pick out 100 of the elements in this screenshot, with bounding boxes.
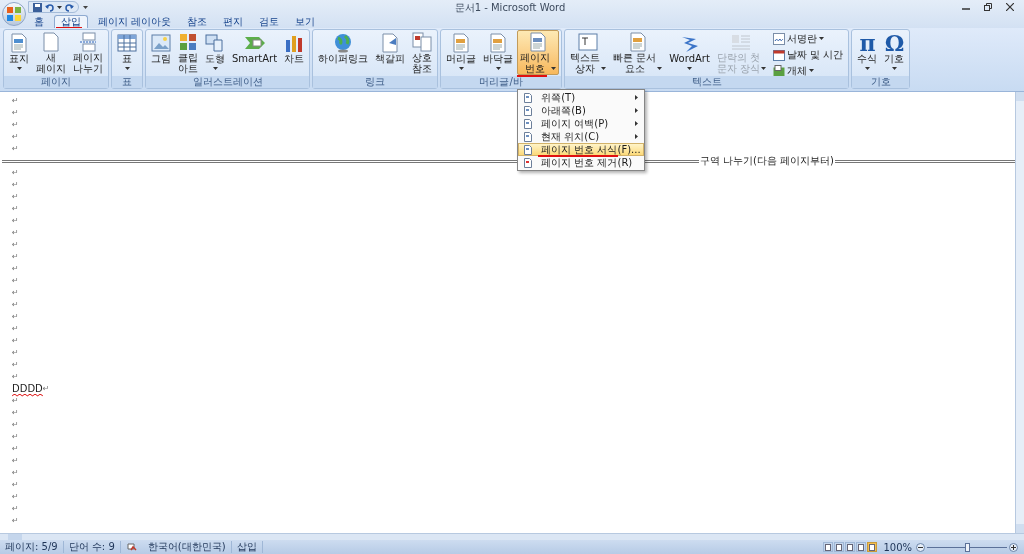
shapes-icon [205,33,225,52]
ribbon-button[interactable]: 상호 참조 [409,30,436,75]
ribbon-button[interactable]: 하이퍼링크 [315,30,372,75]
menu-item[interactable]: 페이지 번호 서식(F)... [518,143,645,156]
paragraph-mark: ↵ [12,287,19,299]
ribbon-button[interactable]: 표 [114,30,140,75]
paragraph-text: DDDD [12,383,43,395]
view-button[interactable] [856,542,867,552]
view-button[interactable] [845,542,856,552]
bar-chart-icon [284,33,305,52]
ribbon-button[interactable]: 빠른 문서 요소 [610,30,666,75]
menu-item[interactable]: 위쪽(T) [518,91,645,104]
office-logo-icon [7,7,21,21]
picture-icon [151,33,171,52]
zoom-slider-thumb[interactable] [965,542,970,552]
group-label: 페이지 [4,76,108,88]
redo-icon[interactable] [65,2,74,12]
group-label: 일러스트레이션 [146,76,310,88]
page-break-icon [79,32,97,52]
paragraph-mark: ↵ [12,215,19,227]
view-button[interactable] [823,542,834,552]
cross-reference-icon [412,32,433,52]
paragraph-mark: ↵ [12,467,19,479]
status-item[interactable]: 페이지: 5/9 [0,541,64,553]
status-item[interactable]: 삽입 [231,541,263,553]
customize-toolbar-icon[interactable] [83,4,88,10]
paragraph-mark: ↵ [12,143,19,155]
ribbon-button[interactable]: Ω 기호 [881,30,908,75]
paragraph-mark: ↵ [12,371,19,383]
document-icon [489,32,508,53]
status-item[interactable]: 단어 수: 9 [63,541,121,553]
symbol-icon: Ω [884,32,905,53]
office-button[interactable] [2,2,26,26]
zoom-out-icon[interactable] [916,542,925,552]
ribbon-button[interactable]: π 수식 [854,30,881,75]
view-button[interactable] [834,542,845,552]
symbol-icon: π [859,32,876,53]
paragraph-mark: ↵ [12,335,19,347]
spelling-check-icon[interactable] [126,542,137,552]
ribbon-button[interactable]: WordArt [666,30,713,75]
paragraph-mark: ↵ [12,203,19,215]
ribbon-button[interactable]: 그림 [148,30,174,75]
spelling-underline [12,394,43,397]
vertical-scrollbar[interactable] [1015,92,1024,533]
ribbon-tab[interactable]: 보기 [289,15,322,28]
restore-icon[interactable] [984,3,992,11]
undo-icon[interactable] [45,2,54,12]
ribbon-button[interactable]: SmartArt [229,30,281,75]
ribbon-button[interactable]: 표지 [6,30,32,75]
page-icon [524,118,533,129]
ribbon-button[interactable]: 텍스트 상자 [567,30,610,75]
zoom-level[interactable]: 100% [883,539,912,554]
close-icon[interactable] [1006,3,1014,11]
clip-art-icon [179,33,197,51]
status-item[interactable]: 한국어(대한민국) [142,541,232,553]
paragraph-mark: ↵ [12,395,19,407]
annotation-underline [56,27,82,29]
ribbon-button[interactable]: 바닥글 [480,30,517,75]
menu-item[interactable]: 페이지 여백(P) [518,117,645,130]
ribbon-tab[interactable]: 검토 [253,15,286,28]
menu-item[interactable]: 페이지 번호 제거(R) [518,156,645,169]
paragraph-mark: ↵ [12,407,19,419]
ribbon-tab[interactable]: 참조 [181,15,214,28]
paragraph-mark: ↵ [12,95,19,107]
view-button[interactable] [867,542,878,552]
ribbon-tab[interactable]: 홈 [28,15,50,28]
text-box-icon [578,33,599,51]
paragraph-mark: ↵ [12,275,19,287]
save-icon[interactable] [33,2,42,12]
horizontal-scrollbar[interactable] [0,533,1024,540]
paragraph-mark: ↵ [12,503,19,515]
document-icon [628,32,647,52]
paragraph-mark: ↵ [12,311,19,323]
ribbon-button[interactable]: 도형 [202,30,228,75]
zoom-in-icon[interactable] [1009,542,1018,552]
group-label: 텍스트 [565,76,849,88]
table-icon [117,33,137,52]
paragraph-mark: ↵ [12,251,19,263]
ribbon-button[interactable]: 클립 아트 [175,30,201,75]
ribbon-button[interactable]: 페이지 번호 [517,30,560,75]
ribbon-button[interactable]: 새 페이지 [33,30,69,75]
ribbon-button[interactable]: 날짜 및 시간 [770,47,847,62]
submenu-arrow-icon [635,108,639,113]
ribbon-button[interactable]: 서명란 [770,31,847,46]
menu-item[interactable]: 아래쪽(B) [518,104,645,117]
paragraph-mark: ↵ [12,491,19,503]
window-title: 문서1 - Microsoft Word [454,0,566,15]
ribbon-button[interactable]: 머리글 [443,30,480,75]
ribbon-button[interactable]: 책갈피 [372,30,409,75]
paragraph-mark: ↵ [12,419,19,431]
ribbon-tab[interactable]: 페이지 레이아웃 [92,15,178,28]
paragraph-mark: ↵ [12,191,19,203]
ribbon-tab[interactable]: 편지 [217,15,250,28]
submenu-arrow-icon [635,121,639,126]
object-icon [773,64,786,77]
ribbon-button[interactable]: 차트 [281,30,308,75]
paragraph-mark: ↵ [12,167,19,179]
menu-item[interactable]: 현재 위치(C) [518,130,645,143]
zoom-slider[interactable] [927,542,1007,552]
ribbon-button[interactable]: 페이지 나누기 [70,30,106,75]
